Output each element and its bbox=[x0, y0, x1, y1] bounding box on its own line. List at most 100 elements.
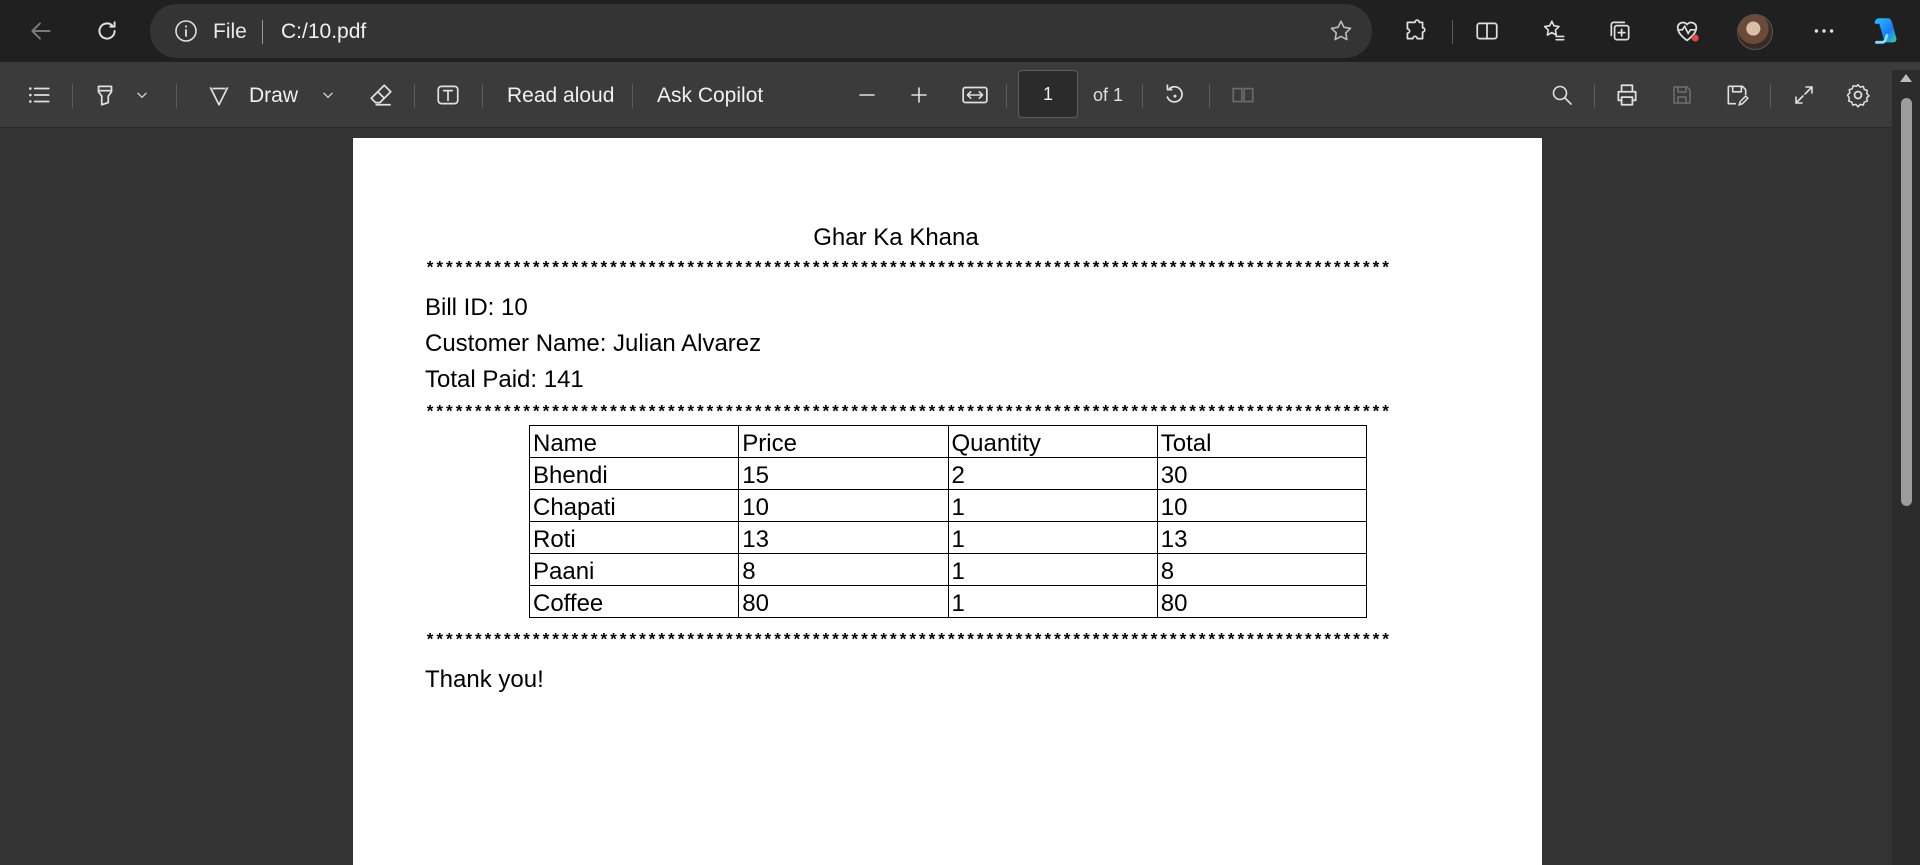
table-cell: Chapati bbox=[528, 489, 740, 522]
table-cell: 80 bbox=[738, 585, 949, 618]
save-as-icon bbox=[1727, 85, 1749, 106]
address-scheme-label: File bbox=[213, 20, 247, 43]
toolbar-separator bbox=[1594, 84, 1595, 108]
scroll-up-arrow-icon[interactable] bbox=[1900, 74, 1912, 82]
collections-button[interactable] bbox=[1601, 12, 1639, 50]
column-header: Total bbox=[1156, 425, 1368, 458]
table-cell: 8 bbox=[1156, 553, 1368, 586]
save-disk-icon bbox=[1673, 86, 1691, 104]
toolbar-separator bbox=[414, 84, 415, 108]
read-aloud-button[interactable]: Read aloud bbox=[507, 84, 614, 108]
refresh-icon bbox=[98, 21, 116, 40]
more-dots-icon bbox=[1814, 29, 1834, 33]
table-cell: 1 bbox=[947, 585, 1158, 618]
draw-button[interactable] bbox=[204, 79, 234, 111]
save-button[interactable] bbox=[1667, 79, 1697, 111]
refresh-button[interactable] bbox=[88, 12, 126, 50]
profile-avatar[interactable] bbox=[1737, 14, 1773, 50]
favorites-list-icon bbox=[1543, 20, 1565, 41]
zoom-out-button[interactable] bbox=[852, 79, 882, 111]
table-cell: 30 bbox=[1156, 457, 1368, 490]
extensions-button[interactable] bbox=[1396, 12, 1434, 50]
bill-items-table: Name Price Quantity Total Bhendi 15 2 30… bbox=[528, 425, 1368, 618]
separator-line: ****************************************… bbox=[425, 260, 1391, 279]
toolbar-separator bbox=[176, 84, 177, 108]
table-cell: 1 bbox=[947, 521, 1158, 554]
pdf-page: Ghar Ka Khana **************************… bbox=[353, 138, 1542, 865]
scrollbar-thumb[interactable] bbox=[1901, 98, 1912, 506]
split-screen-button[interactable] bbox=[1468, 12, 1506, 50]
rotate-button[interactable] bbox=[1160, 79, 1190, 111]
toolbar-separator bbox=[632, 84, 633, 108]
pdf-settings-button[interactable] bbox=[1843, 79, 1873, 111]
address-url-text[interactable]: C:/10.pdf bbox=[281, 20, 366, 44]
back-arrow-icon bbox=[31, 22, 51, 40]
add-text-button[interactable] bbox=[433, 79, 463, 111]
save-as-button[interactable] bbox=[1722, 79, 1752, 111]
toolbar-separator bbox=[1770, 84, 1771, 108]
browser-essentials-button[interactable] bbox=[1668, 12, 1706, 50]
printer-icon bbox=[1617, 84, 1637, 106]
browser-titlebar: File C:/10.pdf bbox=[0, 0, 1920, 62]
table-cell: Roti bbox=[528, 521, 740, 554]
toolbar-divider bbox=[1452, 20, 1453, 44]
favorites-button[interactable] bbox=[1535, 12, 1573, 50]
collections-icon bbox=[1610, 21, 1630, 41]
site-info-icon[interactable] bbox=[174, 19, 198, 43]
copilot-icon bbox=[1874, 18, 1897, 44]
table-cell: 2 bbox=[947, 457, 1158, 490]
table-of-contents-icon bbox=[29, 87, 50, 103]
gear-icon bbox=[1846, 83, 1870, 108]
back-button[interactable] bbox=[22, 12, 60, 50]
draw-options-button[interactable] bbox=[318, 79, 338, 111]
full-screen-button[interactable] bbox=[1789, 79, 1819, 111]
print-button[interactable] bbox=[1612, 79, 1642, 111]
table-cell: Paani bbox=[528, 553, 740, 586]
separator-line: ****************************************… bbox=[425, 632, 1391, 651]
table-cell: 8 bbox=[738, 553, 949, 586]
total-paid-text: Total Paid: 141 bbox=[425, 366, 584, 393]
table-cell: Bhendi bbox=[528, 457, 740, 490]
settings-and-more-button[interactable] bbox=[1805, 12, 1843, 50]
erase-button[interactable] bbox=[366, 79, 396, 111]
page-number-input[interactable] bbox=[1018, 70, 1078, 118]
document-title: Ghar Ka Khana bbox=[813, 224, 979, 251]
table-cell: 13 bbox=[1156, 521, 1368, 554]
highlighter-icon bbox=[97, 85, 113, 106]
toolbar-separator bbox=[482, 84, 483, 108]
toolbar-separator bbox=[72, 84, 73, 108]
thank-you-text: Thank you! bbox=[425, 666, 544, 693]
copilot-button[interactable] bbox=[1866, 12, 1904, 50]
favorite-star-icon[interactable] bbox=[1328, 18, 1354, 44]
find-button[interactable] bbox=[1547, 79, 1577, 111]
ask-copilot-button[interactable]: Ask Copilot bbox=[657, 84, 763, 108]
fit-width-icon bbox=[962, 86, 988, 104]
expand-icon bbox=[1795, 86, 1813, 104]
table-cell: 10 bbox=[1156, 489, 1368, 522]
address-bar[interactable]: File C:/10.pdf bbox=[150, 4, 1372, 58]
fit-to-width-button[interactable] bbox=[959, 79, 991, 111]
highlight-options-button[interactable] bbox=[132, 79, 152, 111]
column-header: Quantity bbox=[947, 425, 1158, 458]
table-cell: 15 bbox=[738, 457, 949, 490]
contents-button[interactable] bbox=[24, 79, 54, 111]
table-cell: 80 bbox=[1156, 585, 1368, 618]
draw-label[interactable]: Draw bbox=[249, 84, 298, 108]
heart-pulse-icon bbox=[1676, 21, 1699, 42]
table-row: Bhendi 15 2 30 bbox=[528, 457, 1368, 490]
table-header-row: Name Price Quantity Total bbox=[528, 425, 1368, 458]
puzzle-icon bbox=[1406, 19, 1426, 40]
table-row: Coffee 80 1 80 bbox=[528, 585, 1368, 618]
page-view-button[interactable] bbox=[1228, 79, 1258, 111]
table-cell: 1 bbox=[947, 489, 1158, 522]
minus-icon bbox=[859, 94, 875, 96]
address-divider bbox=[262, 20, 263, 44]
table-cell: 13 bbox=[738, 521, 949, 554]
text-box-icon bbox=[437, 85, 459, 105]
table-row: Chapati 10 1 10 bbox=[528, 489, 1368, 522]
vertical-scrollbar[interactable] bbox=[1892, 70, 1920, 865]
zoom-in-button[interactable] bbox=[904, 79, 934, 111]
highlight-button[interactable] bbox=[90, 79, 120, 111]
bill-id-text: Bill ID: 10 bbox=[425, 294, 528, 321]
column-header: Name bbox=[528, 425, 740, 458]
